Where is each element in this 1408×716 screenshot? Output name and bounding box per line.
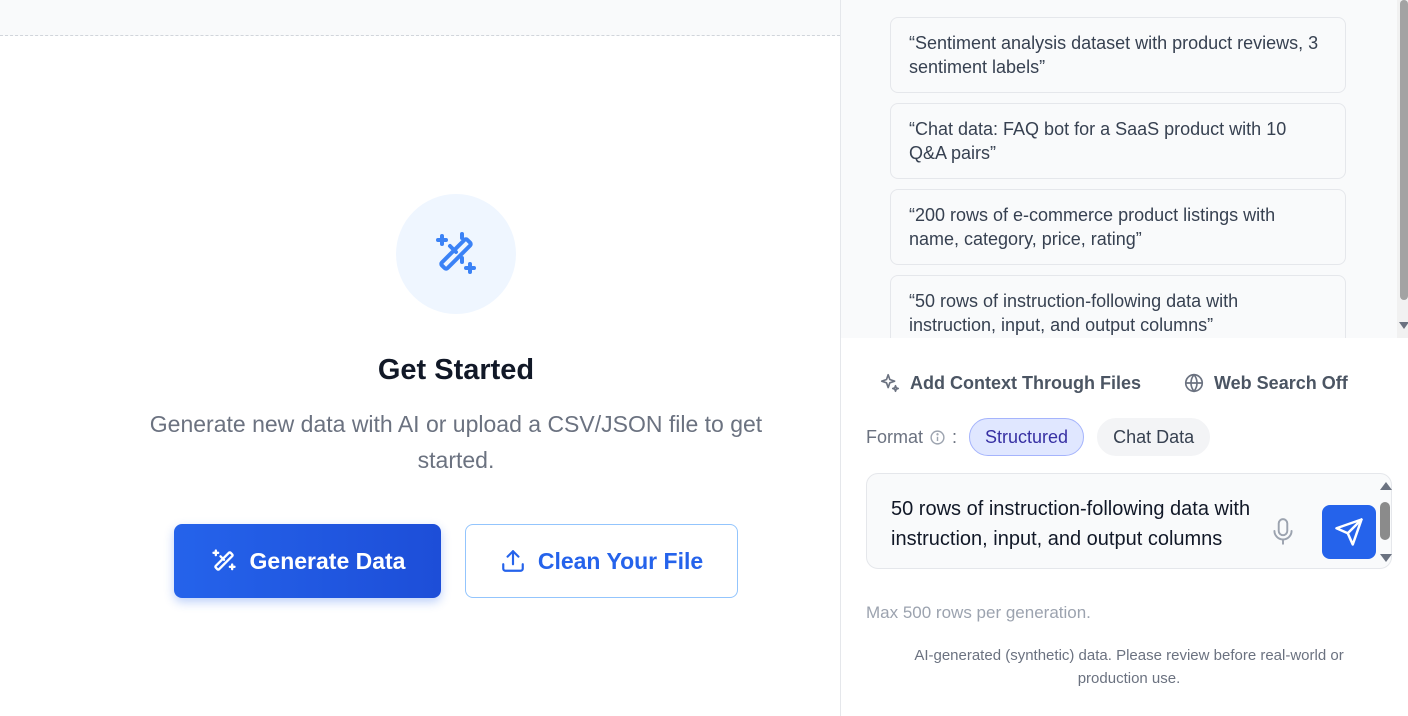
info-icon[interactable] — [929, 429, 946, 446]
page-title: Get Started — [377, 354, 535, 386]
scroll-down-arrow[interactable] — [1399, 322, 1408, 329]
format-selector: Format : Structured Chat Data — [866, 418, 1211, 456]
suggestion-item[interactable]: “Chat data: FAQ bot for a SaaS product w… — [890, 103, 1346, 179]
scrollbar-thumb[interactable] — [1400, 0, 1408, 300]
suggestions-list[interactable]: “Sentiment analysis dataset with product… — [841, 0, 1397, 338]
prompt-input-box[interactable]: 50 rows of instruction-following data wi… — [866, 473, 1392, 569]
microphone-icon[interactable] — [1270, 517, 1296, 547]
input-scrollbar[interactable] — [1379, 480, 1392, 564]
disclaimer-text: AI-generated (synthetic) data. Please re… — [914, 647, 1344, 687]
top-bar — [0, 0, 840, 36]
add-context-label: Add Context Through Files — [910, 372, 1141, 393]
format-label: Format — [866, 426, 924, 447]
scroll-up-arrow[interactable] — [1380, 482, 1392, 490]
tools-row: Add Context Through Files Web Search Off — [879, 372, 1348, 394]
send-icon — [1335, 518, 1363, 546]
web-search-toggle[interactable]: Web Search Off — [1183, 372, 1348, 394]
suggestion-item[interactable]: “200 rows of e-commerce product listings… — [890, 189, 1346, 265]
format-option-chat-data[interactable]: Chat Data — [1097, 418, 1211, 456]
magic-wand-icon — [396, 194, 516, 314]
suggestion-item[interactable]: “Sentiment analysis dataset with product… — [890, 17, 1346, 93]
main-area: Get Started Generate new data with AI or… — [0, 0, 840, 716]
generate-data-button[interactable]: Generate Data — [174, 524, 441, 598]
sparkles-icon — [880, 373, 900, 393]
magic-wand-icon — [211, 549, 236, 571]
suggestions-scrollbar[interactable] — [1397, 0, 1408, 338]
format-label-group: Format : — [866, 427, 957, 448]
format-option-structured[interactable]: Structured — [969, 418, 1085, 456]
clean-file-button[interactable]: Clean Your File — [465, 524, 738, 598]
page-subtitle: Generate new data with AI or upload a CS… — [149, 411, 763, 473]
web-search-label: Web Search Off — [1214, 372, 1348, 393]
max-rows-note: Max 500 rows per generation. — [866, 603, 1091, 622]
generate-data-label: Generate Data — [249, 547, 406, 574]
scroll-down-arrow[interactable] — [1380, 554, 1392, 562]
suggestion-item[interactable]: “50 rows of instruction-following data w… — [890, 275, 1346, 338]
prompt-input[interactable]: 50 rows of instruction-following data wi… — [891, 494, 1281, 554]
chat-panel: “Sentiment analysis dataset with product… — [840, 0, 1408, 716]
format-separator: : — [952, 426, 958, 447]
upload-icon — [502, 550, 524, 572]
globe-icon — [1184, 373, 1204, 393]
scrollbar-thumb[interactable] — [1380, 502, 1390, 540]
send-button[interactable] — [1322, 505, 1376, 559]
clean-file-label: Clean Your File — [537, 547, 704, 574]
add-context-button[interactable]: Add Context Through Files — [879, 372, 1141, 394]
